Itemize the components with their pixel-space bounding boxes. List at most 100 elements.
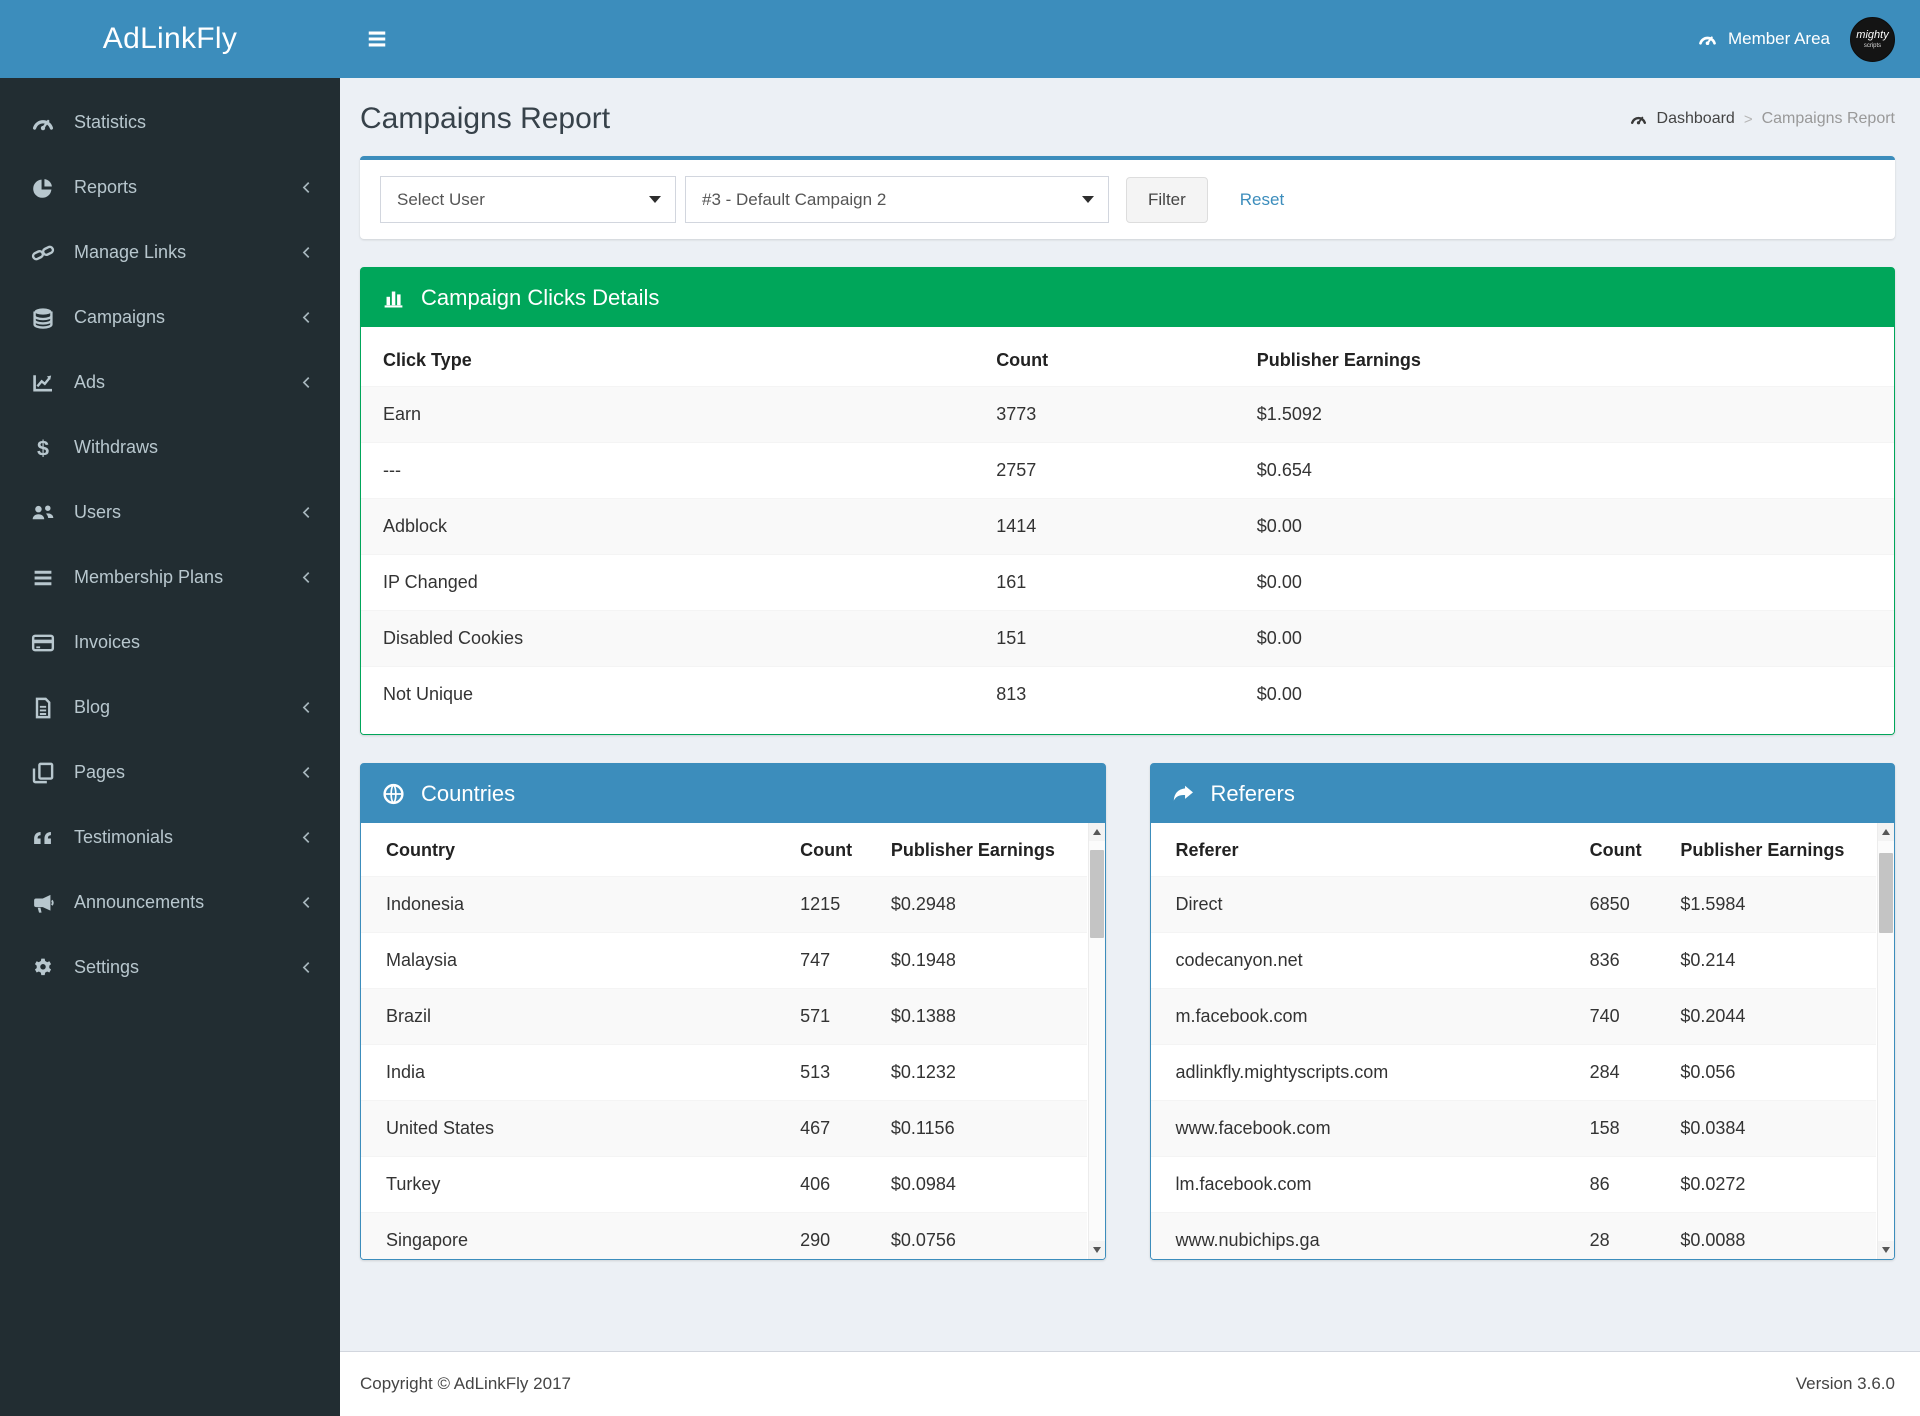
column-header: Count xyxy=(1568,823,1659,877)
table-cell: lm.facebook.com xyxy=(1151,1157,1568,1213)
menu-icon[interactable] xyxy=(364,28,390,50)
table-cell: --- xyxy=(361,443,974,499)
sidebar-item-announcements[interactable]: Announcements xyxy=(0,870,340,935)
sidebar-item-settings[interactable]: Settings xyxy=(0,935,340,1000)
table-cell: Indonesia xyxy=(361,877,778,933)
footer: Copyright © AdLinkFly 2017 Version 3.6.0 xyxy=(340,1351,1920,1416)
user-select[interactable]: Select User xyxy=(380,176,676,223)
chevron-left-icon xyxy=(299,765,314,780)
table-cell: $0.00 xyxy=(1235,499,1894,555)
tachometer-icon xyxy=(1697,29,1718,49)
page-title: Campaigns Report xyxy=(360,102,610,136)
countries-body: CountryCountPublisher EarningsIndonesia1… xyxy=(361,823,1105,1259)
table-cell: $0.00 xyxy=(1235,611,1894,667)
chevron-left-icon xyxy=(299,960,314,975)
table-row: lm.facebook.com86$0.0272 xyxy=(1151,1157,1877,1213)
table-cell: 513 xyxy=(778,1045,869,1101)
brand-logo[interactable]: AdLinkFly xyxy=(0,0,340,78)
table-cell: 1215 xyxy=(778,877,869,933)
sidebar-item-ads[interactable]: Ads xyxy=(0,350,340,415)
table-row: Adblock1414$0.00 xyxy=(361,499,1894,555)
breadcrumb-dashboard-link[interactable]: Dashboard xyxy=(1657,110,1735,128)
scroll-up-icon[interactable] xyxy=(1878,823,1894,841)
table-cell: www.nubichips.ga xyxy=(1151,1213,1568,1260)
tachometer-icon xyxy=(1629,110,1648,128)
campaign-select[interactable]: #3 - Default Campaign 2 xyxy=(685,176,1109,223)
sidebar-item-label: Pages xyxy=(74,762,125,783)
table-cell: $0.00 xyxy=(1235,555,1894,611)
sidebar-item-invoices[interactable]: Invoices xyxy=(0,610,340,675)
scroll-down-icon[interactable] xyxy=(1878,1241,1894,1259)
scrollbar-thumb[interactable] xyxy=(1090,850,1104,938)
countries-scrollbar[interactable] xyxy=(1088,823,1105,1259)
sidebar-item-membership-plans[interactable]: Membership Plans xyxy=(0,545,340,610)
referers-table: RefererCountPublisher EarningsDirect6850… xyxy=(1151,823,1877,1259)
scroll-down-icon[interactable] xyxy=(1089,1241,1105,1259)
file-text-icon xyxy=(30,696,56,720)
table-cell: 2757 xyxy=(974,443,1235,499)
table-cell: $0.2948 xyxy=(869,877,1087,933)
sidebar-item-withdraws[interactable]: $Withdraws xyxy=(0,415,340,480)
sidebar-item-pages[interactable]: Pages xyxy=(0,740,340,805)
table-cell: www.facebook.com xyxy=(1151,1101,1568,1157)
table-cell: $0.00 xyxy=(1235,667,1894,723)
referers-header: Referers xyxy=(1151,764,1895,823)
tachometer-icon xyxy=(30,111,56,135)
sidebar-item-manage-links[interactable]: Manage Links xyxy=(0,220,340,285)
filter-button[interactable]: Filter xyxy=(1126,177,1208,223)
sidebar-item-label: Users xyxy=(74,502,121,523)
chevron-left-icon xyxy=(299,700,314,715)
table-cell: 747 xyxy=(778,933,869,989)
bullhorn-icon xyxy=(30,891,56,915)
table-cell: 290 xyxy=(778,1213,869,1260)
chevron-left-icon xyxy=(299,895,314,910)
campaign-clicks-body: Click TypeCountPublisher EarningsEarn377… xyxy=(361,327,1894,734)
sidebar-menu-item: Announcements xyxy=(0,870,340,935)
bar-chart-icon xyxy=(381,286,406,310)
sidebar-item-label: Announcements xyxy=(74,892,204,913)
chevron-left-icon xyxy=(299,245,314,260)
table-cell: Disabled Cookies xyxy=(361,611,974,667)
sidebar-item-blog[interactable]: Blog xyxy=(0,675,340,740)
sidebar-item-campaigns[interactable]: Campaigns xyxy=(0,285,340,350)
column-header: Click Type xyxy=(361,333,974,387)
sidebar-menu-item: Reports xyxy=(0,155,340,220)
table-row: m.facebook.com740$0.2044 xyxy=(1151,989,1877,1045)
sidebar-item-statistics[interactable]: Statistics xyxy=(0,90,340,155)
table-cell: $0.2044 xyxy=(1658,989,1876,1045)
scroll-up-icon[interactable] xyxy=(1089,823,1105,841)
chevron-left-icon xyxy=(299,830,314,845)
sidebar-menu-item: Settings xyxy=(0,935,340,1000)
table-cell: 406 xyxy=(778,1157,869,1213)
avatar-text: mighty xyxy=(1856,30,1888,41)
breadcrumb-separator: > xyxy=(1744,111,1753,128)
copyright-text: Copyright © AdLinkFly 2017 xyxy=(360,1374,571,1394)
sidebar-menu-item: Membership Plans xyxy=(0,545,340,610)
table-cell: $0.0984 xyxy=(869,1157,1087,1213)
reset-link[interactable]: Reset xyxy=(1240,190,1284,210)
referers-scrollbar[interactable] xyxy=(1877,823,1894,1259)
share-icon xyxy=(1171,782,1196,806)
campaign-clicks-panel: Campaign Clicks Details Click TypeCountP… xyxy=(360,267,1895,735)
table-row: Malaysia747$0.1948 xyxy=(361,933,1087,989)
credit-card-icon xyxy=(30,631,56,655)
referers-panel: Referers RefererCountPublisher EarningsD… xyxy=(1150,763,1896,1260)
table-cell: Adblock xyxy=(361,499,974,555)
gears-icon xyxy=(30,956,56,980)
user-avatar[interactable]: mighty scripts xyxy=(1850,17,1895,62)
table-cell: codecanyon.net xyxy=(1151,933,1568,989)
table-cell: Not Unique xyxy=(361,667,974,723)
table-cell: IP Changed xyxy=(361,555,974,611)
member-area-link[interactable]: Member Area xyxy=(1697,29,1830,49)
sidebar-menu-item: Testimonials xyxy=(0,805,340,870)
scrollbar-thumb[interactable] xyxy=(1879,853,1893,933)
sidebar-item-testimonials[interactable]: Testimonials xyxy=(0,805,340,870)
navbar-right: Member Area mighty scripts xyxy=(1697,17,1895,62)
sidebar-menu-item: Users xyxy=(0,480,340,545)
sidebar-item-reports[interactable]: Reports xyxy=(0,155,340,220)
sidebar-item-users[interactable]: Users xyxy=(0,480,340,545)
countries-table: CountryCountPublisher EarningsIndonesia1… xyxy=(361,823,1087,1259)
sidebar-item-label: Invoices xyxy=(74,632,140,653)
table-cell: 1414 xyxy=(974,499,1235,555)
dollar-icon: $ xyxy=(30,436,56,460)
